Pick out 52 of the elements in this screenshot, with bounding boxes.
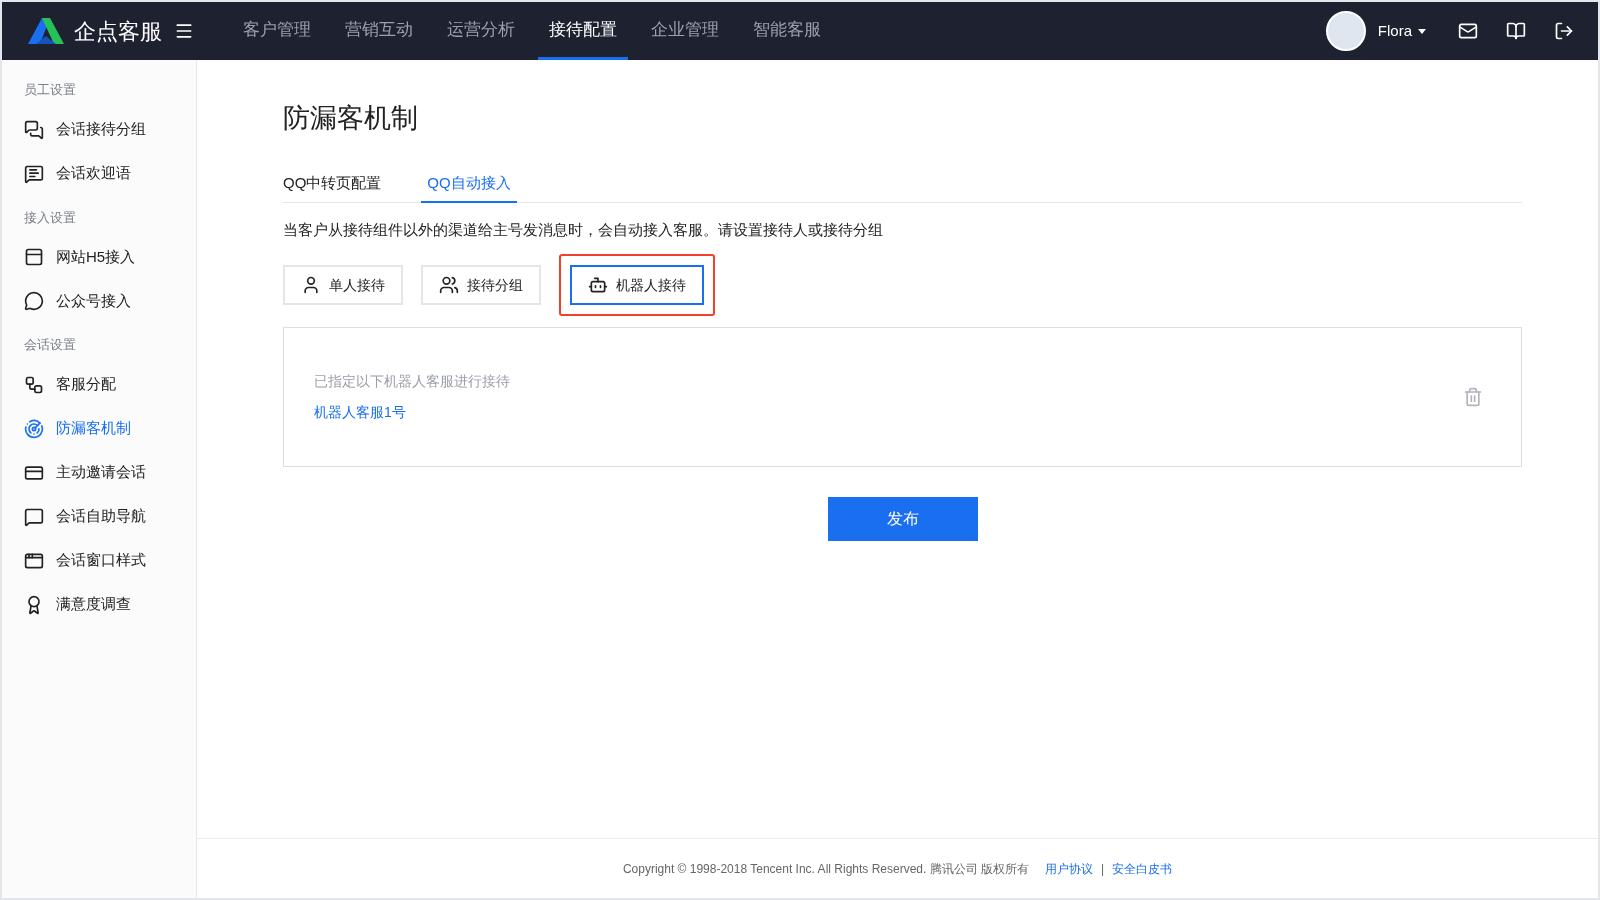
user-menu[interactable]: Flora bbox=[1377, 19, 1426, 43]
nav-tab[interactable]: 运营分析 bbox=[436, 2, 526, 60]
sidebar-item-icon bbox=[24, 506, 44, 527]
sidebar-item[interactable]: 满意度调查 bbox=[2, 582, 196, 627]
brand-name: 企点客服 bbox=[74, 17, 162, 46]
assignee-link[interactable]: 机器人客服1号 bbox=[314, 403, 406, 420]
option-button[interactable]: 机器人接待 bbox=[570, 265, 704, 305]
sidebar-item[interactable]: 防漏客机制 bbox=[2, 406, 196, 451]
caret-icon bbox=[1418, 28, 1426, 34]
nav-tab[interactable]: 接待配置 bbox=[538, 2, 628, 60]
hint-text: 已指定以下机器人客服进行接待 bbox=[314, 371, 511, 391]
tab[interactable]: QQ中转页配置 bbox=[283, 166, 382, 203]
nav-tab[interactable]: 智能客服 bbox=[742, 2, 832, 60]
option-icon bbox=[439, 275, 459, 295]
option-button[interactable]: 单人接待 bbox=[283, 265, 403, 305]
sidebar-heading: 员工设置 bbox=[23, 81, 77, 99]
logout-icon[interactable] bbox=[1554, 21, 1574, 41]
tab[interactable]: QQ自动接入 bbox=[421, 166, 517, 203]
sidebar-heading: 接入设置 bbox=[23, 208, 77, 227]
option-icon bbox=[588, 275, 608, 295]
sidebar-item[interactable]: 会话接待分组 bbox=[2, 107, 196, 152]
sidebar-item-icon bbox=[24, 418, 44, 439]
sidebar-item[interactable]: 主动邀请会话 bbox=[2, 450, 196, 495]
book-icon[interactable] bbox=[1506, 21, 1526, 41]
sidebar-item-icon bbox=[24, 119, 44, 140]
avatar[interactable] bbox=[1325, 11, 1366, 51]
sidebar-item[interactable]: 会话窗口样式 bbox=[2, 538, 196, 583]
sidebar-item[interactable]: 客服分配 bbox=[2, 362, 196, 407]
logo-icon bbox=[26, 16, 66, 46]
page-title: 防漏客机制 bbox=[283, 102, 419, 135]
sidebar-item[interactable]: 会话欢迎语 bbox=[2, 151, 196, 196]
sidebar-heading: 会话设置 bbox=[23, 336, 77, 354]
sidebar-item-icon bbox=[24, 163, 44, 184]
sidebar-item[interactable]: 会话自助导航 bbox=[2, 494, 196, 539]
copyright-text: Copyright © 1998-2018 Tencent Inc. All Rights Reserved. 腾讯公司 版权所有 bbox=[622, 860, 1029, 878]
footer-link[interactable]: 用户协议 bbox=[1045, 859, 1093, 878]
menu-icon[interactable] bbox=[174, 21, 194, 41]
footer-link[interactable]: 安全白皮书 bbox=[1112, 859, 1173, 878]
mail-icon[interactable] bbox=[1458, 21, 1478, 41]
publish-button[interactable]: 发布 bbox=[827, 497, 978, 541]
option-button[interactable]: 接待分组 bbox=[421, 265, 541, 305]
link-separator: | bbox=[1101, 860, 1105, 878]
sidebar-item[interactable]: 公众号接入 bbox=[2, 279, 196, 323]
sidebar-item-icon bbox=[24, 247, 44, 267]
description-text: 当客户从接待组件以外的渠道给主号发消息时，会自动接入客服。请设置接待人或接待分组 bbox=[283, 219, 884, 240]
sidebar-item[interactable]: 网站H5接入 bbox=[2, 235, 196, 279]
sidebar-item-icon bbox=[24, 291, 44, 311]
sidebar-item-icon bbox=[24, 374, 44, 395]
option-icon bbox=[301, 275, 321, 295]
nav-tab[interactable]: 营销互动 bbox=[334, 2, 424, 60]
nav-tab[interactable]: 客户管理 bbox=[232, 2, 322, 60]
nav-tab[interactable]: 企业管理 bbox=[640, 2, 730, 60]
